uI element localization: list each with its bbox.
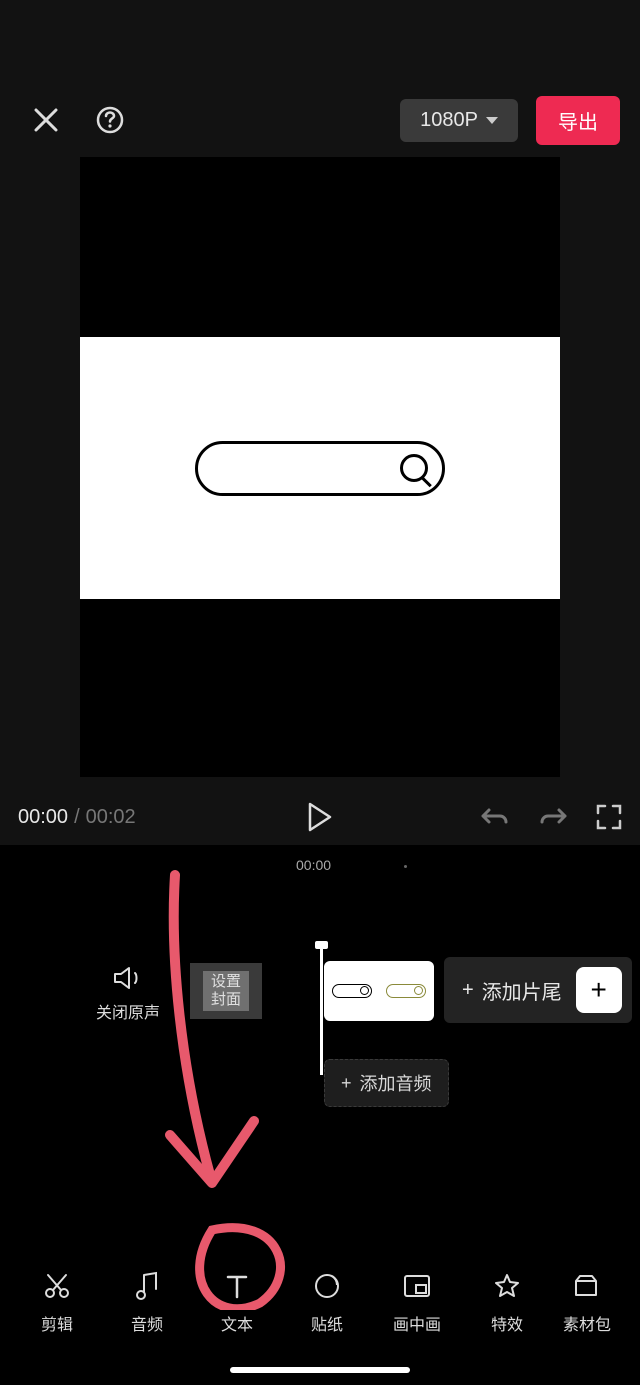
transport-bar: 00:00 / 00:02 — [0, 797, 640, 837]
close-button[interactable] — [28, 102, 64, 138]
add-tail-button[interactable]: + 添加片尾 + — [444, 957, 632, 1023]
home-indicator — [230, 1367, 410, 1373]
time-separator: / — [74, 806, 80, 829]
tool-audio[interactable]: 音频 — [102, 1271, 192, 1335]
chevron-down-icon — [486, 117, 498, 124]
clip-thumbnail — [386, 984, 426, 998]
video-preview[interactable] — [80, 157, 560, 777]
plus-icon: + — [462, 979, 474, 1002]
music-note-icon — [134, 1271, 160, 1301]
undo-icon — [480, 804, 510, 830]
timeline-clip[interactable] — [324, 961, 434, 1021]
tool-edit[interactable]: 剪辑 — [12, 1271, 102, 1335]
pip-icon — [402, 1271, 432, 1301]
mute-original-button[interactable]: 关闭原声 — [96, 965, 160, 1023]
help-button[interactable] — [92, 102, 128, 138]
ruler-tick-0: 00:00 — [296, 857, 331, 873]
plus-icon: + — [341, 1073, 352, 1094]
material-icon — [572, 1271, 602, 1301]
export-label: 导出 — [558, 112, 598, 134]
set-cover-button[interactable]: 设置 封面 — [188, 961, 264, 1021]
text-icon — [224, 1271, 250, 1301]
topbar-right: 1080P 导出 — [400, 96, 620, 145]
export-button[interactable]: 导出 — [536, 96, 620, 145]
add-tail-text: 添加片尾 — [482, 976, 562, 1005]
fullscreen-icon — [596, 804, 622, 830]
tool-label: 特效 — [491, 1311, 523, 1335]
speaker-icon — [96, 965, 160, 991]
transport-right — [480, 804, 622, 830]
timeline-playhead[interactable] — [320, 945, 323, 1075]
tool-sticker[interactable]: 贴纸 — [282, 1271, 372, 1335]
preview-searchbox-graphic — [195, 441, 445, 496]
time-current: 00:00 — [18, 806, 68, 829]
search-icon — [400, 454, 428, 482]
timeline-area: 00:00 关闭原声 设置 封面 + 添加片尾 + + 添加音频 剪辑 — [0, 845, 640, 1385]
sticker-icon — [313, 1271, 341, 1301]
tool-label: 素材包 — [563, 1311, 611, 1335]
close-icon — [32, 106, 60, 134]
tool-label: 文本 — [221, 1311, 253, 1335]
plus-icon: + — [591, 974, 607, 1006]
preview-frame — [80, 337, 560, 599]
tool-label: 画中画 — [393, 1311, 441, 1335]
add-tail-label: + 添加片尾 — [462, 976, 562, 1005]
set-cover-label: 设置 封面 — [203, 971, 249, 1011]
tool-text[interactable]: 文本 — [192, 1271, 282, 1335]
play-button[interactable] — [307, 802, 333, 832]
add-clip-button[interactable]: + — [576, 967, 622, 1013]
bottom-toolbar: 剪辑 音频 文本 贴纸 画中画 特效 素材包 — [0, 1271, 640, 1335]
tool-material[interactable]: 素材包 — [552, 1271, 622, 1335]
topbar-left — [28, 102, 128, 138]
add-audio-button[interactable]: + 添加音频 — [324, 1059, 449, 1107]
resolution-label: 1080P — [420, 109, 478, 132]
top-bar: 1080P 导出 — [0, 95, 640, 145]
tool-pip[interactable]: 画中画 — [372, 1271, 462, 1335]
add-audio-label: 添加音频 — [360, 1070, 432, 1096]
help-icon — [95, 105, 125, 135]
tool-effect[interactable]: 特效 — [462, 1271, 552, 1335]
star-icon — [493, 1271, 521, 1301]
tool-label: 剪辑 — [41, 1311, 73, 1335]
mute-label: 关闭原声 — [96, 999, 160, 1023]
play-icon — [307, 802, 333, 832]
redo-button[interactable] — [538, 804, 568, 830]
tool-label: 音频 — [131, 1311, 163, 1335]
resolution-button[interactable]: 1080P — [400, 99, 518, 142]
redo-icon — [538, 804, 568, 830]
time-duration: 00:02 — [86, 806, 136, 829]
fullscreen-button[interactable] — [596, 804, 622, 830]
undo-button[interactable] — [480, 804, 510, 830]
clip-thumbnail — [332, 984, 372, 998]
scissors-icon — [42, 1271, 72, 1301]
tool-label: 贴纸 — [311, 1311, 343, 1335]
ruler-tick-dot — [404, 865, 407, 868]
